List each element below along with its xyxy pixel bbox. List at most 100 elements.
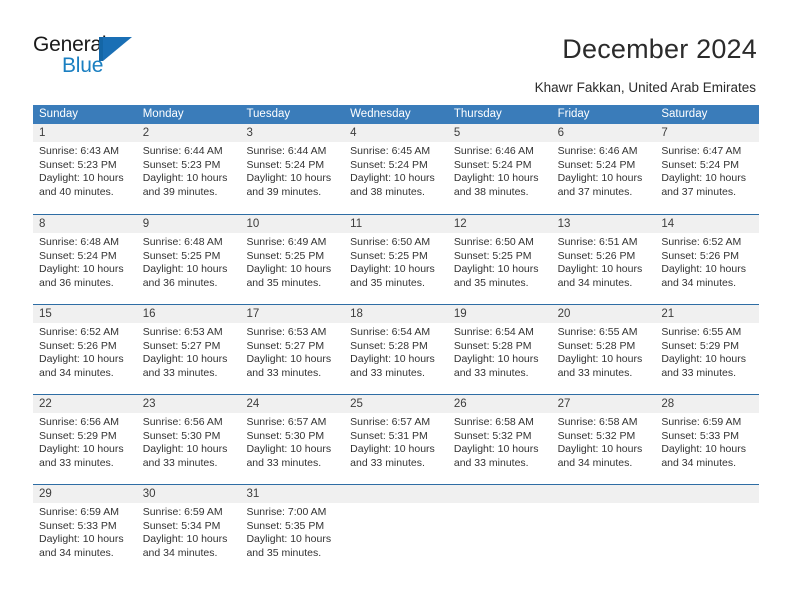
day-number: 4 [350, 127, 357, 139]
daylight-text-line1: Daylight: 10 hours [453, 443, 539, 455]
calendar-day-cell[interactable]: 23 Sunrise: 6:56 AM Sunset: 5:30 PM Dayligh… [137, 395, 241, 484]
sunset-text: Sunset: 5:31 PM [350, 429, 428, 442]
sunset-text: Sunset: 5:35 PM [246, 519, 325, 532]
calendar-day-cell[interactable]: 10 Sunrise: 6:49 AM Sunset: 5:25 PM Dayligh… [240, 215, 344, 304]
sunset-text: Sunset: 5:24 PM [557, 158, 636, 171]
calendar-day-cell[interactable]: 6 Sunrise: 6:46 AM Sunset: 5:24 PM Daylight… [552, 124, 656, 214]
day-details: Sunrise: 6:47 AM Sunset: 5:24 PM Daylight:… [661, 145, 759, 199]
daylight-text-line2: and 34 minutes. [142, 546, 218, 559]
general-blue-logo[interactable]: General Blue [33, 33, 163, 81]
sunset-text: Sunset: 5:27 PM [246, 339, 325, 352]
daylight-text-line2: and 34 minutes. [39, 366, 114, 379]
calendar-day-cell[interactable]: 25 Sunrise: 6:57 AM Sunset: 5:31 PM Dayligh… [344, 395, 448, 484]
calendar-day-cell[interactable]: 19 Sunrise: 6:54 AM Sunset: 5:28 PM Dayligh… [448, 305, 552, 394]
sunrise-text: Sunrise: 6:52 AM [39, 326, 119, 338]
calendar-day-cell[interactable]: 7 Sunrise: 6:47 AM Sunset: 5:24 PM Daylight… [655, 124, 759, 214]
calendar-day-cell[interactable]: 28 Sunrise: 6:59 AM Sunset: 5:33 PM Dayligh… [655, 395, 759, 484]
calendar-day-cell[interactable]: 12 Sunrise: 6:50 AM Sunset: 5:25 PM Dayligh… [448, 215, 552, 304]
sunrise-text: Sunrise: 6:44 AM [142, 145, 223, 157]
daylight-text-line1: Daylight: 10 hours [142, 172, 228, 184]
day-number: 15 [39, 308, 52, 320]
daylight-text-line1: Daylight: 10 hours [557, 172, 643, 184]
calendar-day-cell[interactable]: 29 Sunrise: 6:59 AM Sunset: 5:33 PM Dayligh… [33, 485, 137, 574]
sunrise-text: Sunrise: 6:59 AM [39, 506, 119, 518]
daylight-text-line2: and 33 minutes. [557, 366, 633, 379]
daylight-text-line1: Daylight: 10 hours [142, 533, 228, 545]
sunset-text: Sunset: 5:26 PM [557, 249, 636, 262]
calendar-day-cell[interactable]: 27 Sunrise: 6:58 AM Sunset: 5:32 PM Dayligh… [552, 395, 656, 484]
sunset-text: Sunset: 5:25 PM [350, 249, 428, 262]
calendar-week-row: 22 Sunrise: 6:56 AM Sunset: 5:29 PM Dayligh… [33, 394, 759, 484]
calendar-day-cell[interactable]: 17 Sunrise: 6:53 AM Sunset: 5:27 PM Dayligh… [240, 305, 344, 394]
calendar-day-cell[interactable]: 26 Sunrise: 6:58 AM Sunset: 5:32 PM Dayligh… [448, 395, 552, 484]
day-details: Sunrise: 6:59 AM Sunset: 5:34 PM Daylight:… [143, 506, 241, 560]
calendar-day-cell[interactable]: 5 Sunrise: 6:46 AM Sunset: 5:24 PM Daylight… [448, 124, 552, 214]
day-number: 22 [39, 398, 52, 410]
day-details: Sunrise: 6:48 AM Sunset: 5:24 PM Daylight:… [39, 236, 137, 290]
calendar-day-cell-empty [448, 485, 552, 574]
calendar-day-cell[interactable]: 14 Sunrise: 6:52 AM Sunset: 5:26 PM Dayligh… [655, 215, 759, 304]
calendar-day-cell[interactable]: 21 Sunrise: 6:55 AM Sunset: 5:29 PM Dayligh… [655, 305, 759, 394]
logo-triangle-shape [103, 37, 132, 61]
day-details: Sunrise: 6:44 AM Sunset: 5:23 PM Daylight:… [143, 145, 241, 199]
sunrise-text: Sunrise: 6:56 AM [142, 416, 223, 428]
day-number: 25 [350, 398, 363, 410]
day-number: 2 [142, 127, 150, 139]
weekday-header-row: Sunday Monday Tuesday Wednesday Thursday… [33, 105, 759, 124]
calendar-day-cell[interactable]: 18 Sunrise: 6:54 AM Sunset: 5:28 PM Dayligh… [344, 305, 448, 394]
calendar-day-cell[interactable]: 3 Sunrise: 6:44 AM Sunset: 5:24 PM Daylight… [240, 124, 344, 214]
sunset-text: Sunset: 5:24 PM [39, 249, 117, 262]
calendar-day-cell[interactable]: 20 Sunrise: 6:55 AM Sunset: 5:28 PM Dayligh… [552, 305, 656, 394]
calendar-day-cell[interactable]: 1 Sunrise: 6:43 AM Sunset: 5:23 PM Daylight… [33, 124, 137, 214]
sunset-text: Sunset: 5:29 PM [661, 339, 739, 352]
calendar-day-cell[interactable]: 4 Sunrise: 6:45 AM Sunset: 5:24 PM Daylight… [344, 124, 448, 214]
daylight-text-line2: and 38 minutes. [350, 185, 425, 198]
calendar-day-cell[interactable]: 30 Sunrise: 6:59 AM Sunset: 5:34 PM Dayligh… [137, 485, 241, 574]
day-number: 8 [39, 218, 46, 230]
sunset-text: Sunset: 5:24 PM [246, 158, 325, 171]
sunrise-text: Sunrise: 7:00 AM [246, 506, 327, 518]
sunset-text: Sunset: 5:24 PM [453, 158, 532, 171]
day-number: 1 [39, 127, 46, 139]
page-header: General Blue December 2024 Khawr Fakkan,… [0, 0, 792, 100]
day-number: 31 [246, 488, 260, 500]
day-details: Sunrise: 6:58 AM Sunset: 5:32 PM Daylight:… [558, 416, 656, 470]
daylight-text-line1: Daylight: 10 hours [661, 263, 746, 275]
day-details: Sunrise: 6:53 AM Sunset: 5:27 PM Daylight:… [143, 326, 241, 380]
calendar-day-cell[interactable]: 15 Sunrise: 6:52 AM Sunset: 5:26 PM Dayligh… [33, 305, 137, 394]
calendar-day-cell[interactable]: 11 Sunrise: 6:50 AM Sunset: 5:25 PM Dayligh… [344, 215, 448, 304]
daylight-text-line2: and 40 minutes. [39, 185, 114, 198]
day-number: 14 [661, 218, 675, 230]
daylight-text-line1: Daylight: 10 hours [39, 533, 124, 545]
page-title: December 2024 [562, 34, 757, 64]
calendar-day-cell[interactable]: 8 Sunrise: 6:48 AM Sunset: 5:24 PM Daylight… [33, 215, 137, 304]
sunset-text: Sunset: 5:25 PM [246, 249, 325, 262]
calendar-day-cell[interactable]: 24 Sunrise: 6:57 AM Sunset: 5:30 PM Dayligh… [240, 395, 344, 484]
sunrise-text: Sunrise: 6:55 AM [661, 326, 742, 338]
sunrise-text: Sunrise: 6:57 AM [246, 416, 327, 428]
day-number: 3 [246, 127, 253, 139]
sunset-text: Sunset: 5:24 PM [350, 158, 428, 171]
weekday-header-sunday: Sunday [39, 108, 79, 120]
calendar-weeks: 1 Sunrise: 6:43 AM Sunset: 5:23 PM Daylight… [33, 124, 759, 574]
calendar-day-cell[interactable]: 16 Sunrise: 6:53 AM Sunset: 5:27 PM Dayligh… [137, 305, 241, 394]
day-number: 18 [350, 308, 363, 320]
sunrise-text: Sunrise: 6:59 AM [661, 416, 742, 428]
calendar-day-cell[interactable]: 31 Sunrise: 7:00 AM Sunset: 5:35 PM Dayligh… [240, 485, 344, 574]
sunset-text: Sunset: 5:26 PM [661, 249, 739, 262]
sunset-text: Sunset: 5:28 PM [453, 339, 532, 352]
day-number: 10 [246, 218, 260, 230]
calendar-day-cell-empty [655, 485, 759, 574]
daylight-text-line1: Daylight: 10 hours [453, 172, 539, 184]
sunrise-text: Sunrise: 6:48 AM [142, 236, 223, 248]
calendar-day-cell[interactable]: 9 Sunrise: 6:48 AM Sunset: 5:25 PM Daylight… [137, 215, 241, 304]
sunrise-text: Sunrise: 6:50 AM [453, 236, 534, 248]
calendar-day-cell[interactable]: 2 Sunrise: 6:44 AM Sunset: 5:23 PM Daylight… [137, 124, 241, 214]
daylight-text-line2: and 33 minutes. [453, 456, 529, 469]
day-details: Sunrise: 7:00 AM Sunset: 5:35 PM Daylight:… [246, 506, 344, 560]
day-number: 16 [142, 308, 156, 320]
calendar-day-cell[interactable]: 22 Sunrise: 6:56 AM Sunset: 5:29 PM Dayligh… [33, 395, 137, 484]
calendar-day-cell[interactable]: 13 Sunrise: 6:51 AM Sunset: 5:26 PM Dayligh… [552, 215, 656, 304]
day-number: 21 [661, 308, 675, 320]
day-number: 13 [557, 218, 571, 230]
